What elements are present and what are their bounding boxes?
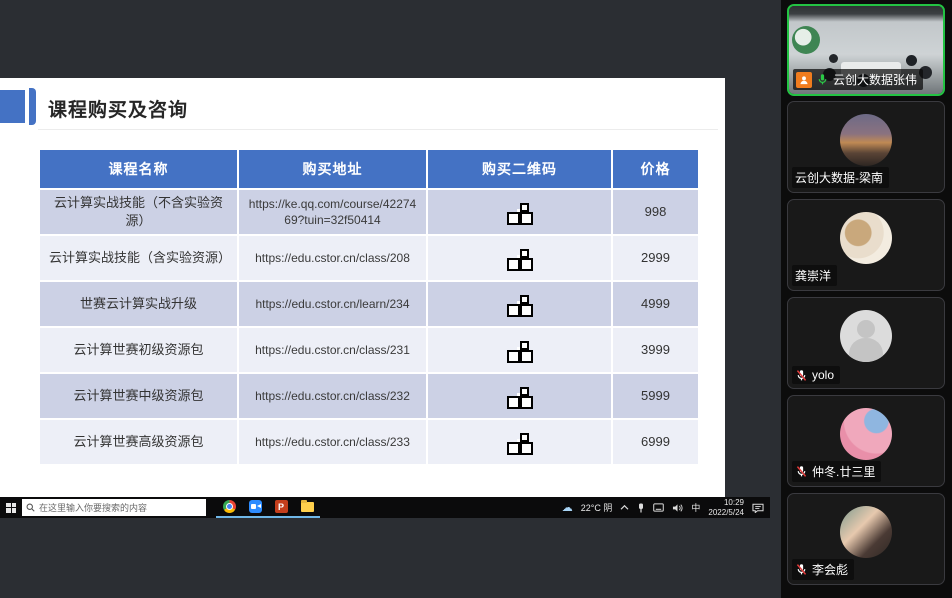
participant-name-bar: 云创大数据-梁南 bbox=[792, 167, 889, 188]
taskbar-search-input[interactable]: 在这里输入你要搜索的内容 bbox=[22, 499, 206, 516]
company-logo-on-wall bbox=[792, 26, 820, 54]
windows-taskbar: 在这里输入你要搜索的内容 P ☁ 22°C 阴 中 bbox=[0, 497, 770, 518]
windows-logo-icon bbox=[6, 503, 16, 513]
presentation-slide: 课程购买及咨询 课程名称 购买地址 购买二维码 价格 云计算实战技能（不含实验资… bbox=[0, 78, 725, 497]
participant-name: yolo bbox=[812, 368, 834, 382]
qr-code-cell bbox=[428, 374, 611, 418]
participant-name-bar: 云创大数据张伟 bbox=[793, 69, 923, 90]
participant-tile[interactable]: 仲冬.廿三里 bbox=[787, 395, 945, 487]
clock-time: 10:29 bbox=[724, 498, 744, 507]
course-name-cell: 云计算世赛中级资源包 bbox=[40, 374, 237, 418]
tray-pin-icon[interactable] bbox=[637, 503, 645, 513]
qr-code-cell bbox=[428, 328, 611, 372]
avatar bbox=[840, 506, 892, 558]
file-explorer-icon bbox=[301, 502, 314, 512]
volume-icon[interactable] bbox=[672, 503, 683, 513]
mic-muted-icon bbox=[795, 465, 808, 478]
price-cell: 4999 bbox=[613, 282, 698, 326]
search-placeholder: 在这里输入你要搜索的内容 bbox=[39, 501, 147, 514]
course-name-cell: 云计算世赛初级资源包 bbox=[40, 328, 237, 372]
price-cell: 998 bbox=[613, 190, 698, 234]
clock-date: 2022/5/24 bbox=[708, 508, 744, 517]
chrome-icon bbox=[223, 500, 236, 513]
course-url-cell: https://edu.cstor.cn/learn/234 bbox=[239, 282, 426, 326]
column-header: 购买地址 bbox=[239, 150, 426, 188]
course-url-cell: https://edu.cstor.cn/class/233 bbox=[239, 420, 426, 464]
taskbar-app-chrome[interactable] bbox=[216, 497, 242, 518]
tencent-meeting-icon bbox=[249, 500, 262, 513]
qr-code-cell bbox=[428, 236, 611, 280]
qr-code-cell bbox=[428, 190, 611, 234]
participant-name-bar: 仲冬.廿三里 bbox=[792, 461, 881, 482]
participant-name: 云创大数据张伟 bbox=[833, 71, 917, 88]
participant-name: 李会彪 bbox=[812, 561, 848, 578]
title-accent-square bbox=[0, 90, 25, 123]
participant-tile[interactable]: 李会彪 bbox=[787, 493, 945, 585]
start-button[interactable] bbox=[0, 497, 22, 518]
column-header: 购买二维码 bbox=[428, 150, 611, 188]
host-badge-icon bbox=[796, 72, 812, 88]
participant-name: 云创大数据-梁南 bbox=[795, 169, 883, 186]
course-name-cell: 云计算世赛高级资源包 bbox=[40, 420, 237, 464]
mic-muted-icon bbox=[795, 369, 808, 382]
weather-text[interactable]: 22°C 阴 bbox=[581, 501, 613, 514]
system-tray: ☁ 22°C 阴 中 10:29 2022/5/24 bbox=[562, 498, 770, 518]
taskbar-app-meeting[interactable] bbox=[242, 497, 268, 518]
course-url-cell: https://edu.cstor.cn/class/208 bbox=[239, 236, 426, 280]
meeting-app-window: 课程购买及咨询 课程名称 购买地址 购买二维码 价格 云计算实战技能（不含实验资… bbox=[0, 0, 952, 598]
participant-tile[interactable]: yolo bbox=[787, 297, 945, 389]
avatar bbox=[840, 310, 892, 362]
course-name-cell: 世赛云计算实战升级 bbox=[40, 282, 237, 326]
participant-name-bar: 龚崇洋 bbox=[792, 265, 837, 286]
taskbar-clock[interactable]: 10:29 2022/5/24 bbox=[708, 498, 744, 518]
price-cell: 2999 bbox=[613, 236, 698, 280]
course-table: 课程名称 购买地址 购买二维码 价格 云计算实战技能（不含实验资源） https… bbox=[40, 150, 692, 464]
qr-code-cell bbox=[428, 420, 611, 464]
participant-sidebar: 云创大数据张伟 云创大数据-梁南 龚崇洋 yolo bbox=[781, 0, 952, 598]
avatar bbox=[840, 114, 892, 166]
qr-code-cell bbox=[428, 282, 611, 326]
mic-on-icon bbox=[816, 73, 829, 86]
participant-tile[interactable]: 龚崇洋 bbox=[787, 199, 945, 291]
title-accent-bar bbox=[29, 88, 36, 125]
avatar bbox=[840, 212, 892, 264]
participant-name-bar: yolo bbox=[792, 366, 840, 384]
hidden-icons-chevron-icon[interactable] bbox=[620, 504, 629, 511]
participant-name: 龚崇洋 bbox=[795, 267, 831, 284]
participant-name-bar: 李会彪 bbox=[792, 559, 854, 580]
avatar bbox=[840, 408, 892, 460]
slide-title: 课程购买及咨询 bbox=[48, 95, 188, 122]
course-url-cell: https://edu.cstor.cn/class/231 bbox=[239, 328, 426, 372]
taskbar-app-powerpoint[interactable]: P bbox=[268, 497, 294, 518]
course-url-cell: https://ke.qq.com/course/4227469?tuin=32… bbox=[239, 190, 426, 234]
notification-center-icon[interactable] bbox=[752, 502, 764, 513]
taskbar-app-explorer[interactable] bbox=[294, 497, 320, 518]
title-divider bbox=[38, 129, 718, 130]
price-cell: 6999 bbox=[613, 420, 698, 464]
course-name-cell: 云计算实战技能（含实验资源） bbox=[40, 236, 237, 280]
column-header: 价格 bbox=[613, 150, 698, 188]
shared-screen-area: 课程购买及咨询 课程名称 购买地址 购买二维码 价格 云计算实战技能（不含实验资… bbox=[0, 0, 781, 598]
tray-keyboard-icon[interactable] bbox=[653, 503, 664, 512]
powerpoint-icon: P bbox=[275, 500, 288, 513]
people-in-room bbox=[829, 54, 838, 63]
participant-name: 仲冬.廿三里 bbox=[812, 463, 875, 480]
course-url-cell: https://edu.cstor.cn/class/232 bbox=[239, 374, 426, 418]
column-header: 课程名称 bbox=[40, 150, 237, 188]
weather-cloud-icon: ☁ bbox=[562, 501, 573, 514]
course-name-cell: 云计算实战技能（不含实验资源） bbox=[40, 190, 237, 234]
price-cell: 5999 bbox=[613, 374, 698, 418]
search-icon bbox=[26, 503, 35, 512]
participant-tile-active-speaker[interactable]: 云创大数据张伟 bbox=[787, 4, 945, 96]
participant-tile[interactable]: 云创大数据-梁南 bbox=[787, 101, 945, 193]
price-cell: 3999 bbox=[613, 328, 698, 372]
ime-indicator[interactable]: 中 bbox=[691, 501, 700, 514]
mic-muted-icon bbox=[795, 563, 808, 576]
